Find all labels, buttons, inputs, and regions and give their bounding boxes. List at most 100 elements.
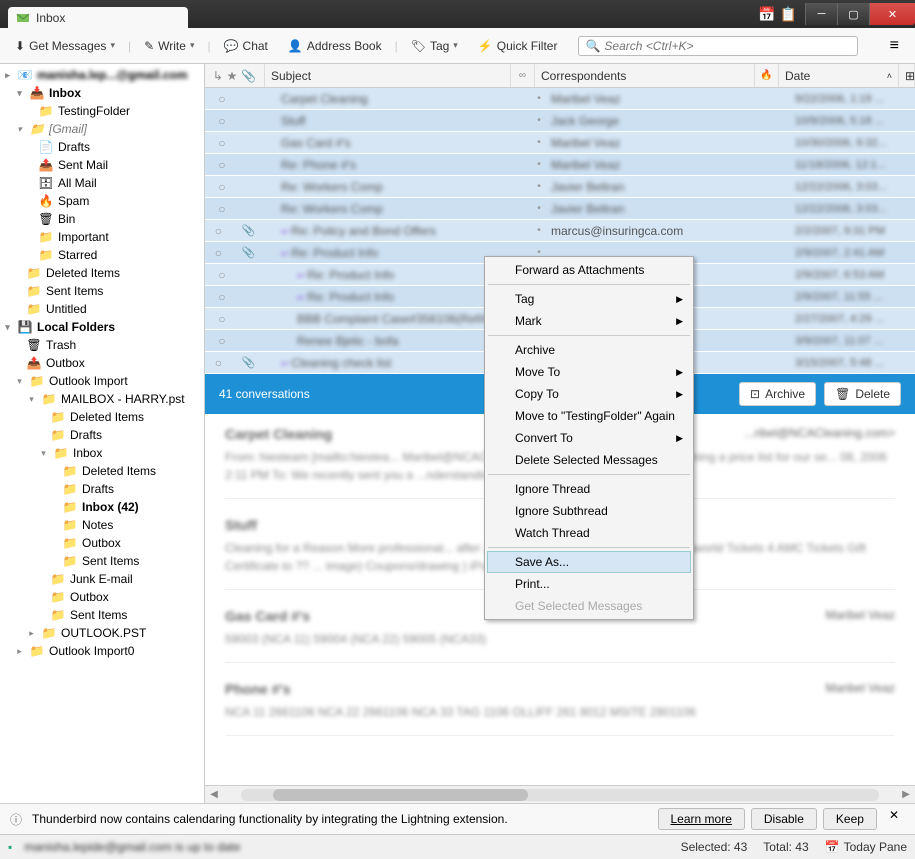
selected-count: Selected: 43	[681, 840, 748, 854]
write-button[interactable]: ✎ Write ▾	[137, 35, 201, 57]
folder-all-mail[interactable]: 🗄All Mail	[0, 174, 204, 192]
maximize-button[interactable]: ▢	[837, 3, 869, 25]
folder-inbox[interactable]: ▾📥Inbox	[0, 84, 204, 102]
quick-filter-button[interactable]: ⚡ Quick Filter	[471, 35, 565, 57]
folder-inbox42[interactable]: 📁Inbox (42)	[0, 498, 204, 516]
search-box[interactable]: 🔍	[578, 36, 858, 56]
message-row[interactable]: ○Stuff•Jack George10/9/2006, 5:18 ...	[205, 110, 915, 132]
folder-important[interactable]: 📁Important	[0, 228, 204, 246]
ctx-move-to[interactable]: Move To▶	[487, 361, 691, 383]
folder-gmail[interactable]: ▾📁[Gmail]	[0, 120, 204, 138]
ctx-copy-to[interactable]: Copy To▶	[487, 383, 691, 405]
folder-trash[interactable]: 🗑Trash	[0, 336, 204, 354]
folder-mailbox-harry[interactable]: ▾📁MAILBOX - HARRY.pst	[0, 390, 204, 408]
folder-deleted[interactable]: 📁Deleted Items	[0, 264, 204, 282]
thread-column[interactable]: ↳★📎	[205, 64, 265, 87]
window-tab[interactable]: Inbox	[8, 7, 188, 28]
scroll-left-icon[interactable]: ◀	[205, 789, 223, 800]
ctx-archive[interactable]: Archive	[487, 339, 691, 361]
conversation-count: 41 conversations	[219, 387, 310, 401]
tasks-icon[interactable]: 📋	[780, 6, 797, 23]
folder-outbox3[interactable]: 📁Outbox	[0, 588, 204, 606]
scroll-right-icon[interactable]: ▶	[897, 789, 915, 800]
folder-deleted-items[interactable]: 📁Deleted Items	[0, 408, 204, 426]
download-icon: ⬇	[15, 39, 25, 53]
folder-sent-items3[interactable]: 📁Sent Items	[0, 606, 204, 624]
close-button[interactable]: ✕	[869, 3, 915, 25]
app-menu-button[interactable]: ≡	[882, 33, 907, 59]
ctx-ignore-thread[interactable]: Ignore Thread	[487, 478, 691, 500]
ctx-watch-thread[interactable]: Watch Thread	[487, 522, 691, 544]
ctx-ignore-subthread[interactable]: Ignore Subthread	[487, 500, 691, 522]
column-picker[interactable]: ⊞	[899, 64, 915, 87]
ctx-convert-to[interactable]: Convert To▶	[487, 427, 691, 449]
get-messages-button[interactable]: ⬇ Get Messages ▾	[8, 35, 122, 57]
folder-drafts[interactable]: 📄Drafts	[0, 138, 204, 156]
folder-starred[interactable]: 📁Starred	[0, 246, 204, 264]
folder-deleted-items3[interactable]: 📁Deleted Items	[0, 462, 204, 480]
ctx-print[interactable]: Print...	[487, 573, 691, 595]
today-pane-button[interactable]: 📅Today Pane	[825, 840, 907, 854]
calendar-icon[interactable]: 📅	[758, 6, 775, 23]
folder-bin[interactable]: 🗑Bin	[0, 210, 204, 228]
info-icon: ⓘ	[10, 811, 22, 828]
folder-untitled[interactable]: 📁Untitled	[0, 300, 204, 318]
folder-sent-items[interactable]: 📁Sent Items	[0, 282, 204, 300]
folder-inbox2[interactable]: ▾📁Inbox	[0, 444, 204, 462]
message-row[interactable]: ○Re: Workers Comp•Javier Beltran12/22/20…	[205, 198, 915, 220]
folder-outlook-pst[interactable]: ▸📁OUTLOOK.PST	[0, 624, 204, 642]
ctx-move-again[interactable]: Move to "TestingFolder" Again	[487, 405, 691, 427]
correspondents-column[interactable]: Correspondents	[535, 64, 755, 87]
ctx-tag[interactable]: Tag▶	[487, 288, 691, 310]
preview-item[interactable]: Maribel Veaz Phone #'sNCA 11 2661106 NCA…	[225, 681, 895, 736]
ctx-forward-attach[interactable]: Forward as Attachments	[487, 259, 691, 281]
folder-testing[interactable]: 📁TestingFolder	[0, 102, 204, 120]
folder-drafts2[interactable]: 📁Drafts	[0, 426, 204, 444]
learn-more-button[interactable]: Learn more	[658, 808, 745, 830]
tag-button[interactable]: 🏷 Tag ▾	[404, 35, 465, 57]
folder-junk[interactable]: 📁Junk E-mail	[0, 570, 204, 588]
folder-icon: 📁	[38, 230, 54, 244]
subject-column[interactable]: Subject	[265, 64, 511, 87]
address-book-button[interactable]: 👤 Address Book	[281, 35, 389, 57]
account-node[interactable]: ▸📧manisha.lep...@gmail.com	[0, 66, 204, 84]
message-row[interactable]: ○📎↩Re: Policy and Bond Offers•marcus@ins…	[205, 220, 915, 242]
folder-outlook-import0[interactable]: ▸📁Outlook Import0	[0, 642, 204, 660]
folder-sent-items2[interactable]: 📁Sent Items	[0, 552, 204, 570]
message-row[interactable]: ○Gas Card #'s•Maribel Veaz10/30/2006, 9:…	[205, 132, 915, 154]
horizontal-scrollbar[interactable]: ◀ ▶	[205, 785, 915, 803]
folder-sent-mail[interactable]: 📤Sent Mail	[0, 156, 204, 174]
local-icon: 💾	[17, 320, 33, 334]
delete-button[interactable]: 🗑Delete	[824, 382, 901, 406]
message-row[interactable]: ○Carpet Cleaning•Maribel Veaz9/22/2006, …	[205, 88, 915, 110]
folder-outbox[interactable]: 📤Outbox	[0, 354, 204, 372]
ctx-get-selected: Get Selected Messages	[487, 595, 691, 617]
message-row[interactable]: ○Re: Phone #'s•Maribel Veaz11/18/2006, 1…	[205, 154, 915, 176]
ctx-mark[interactable]: Mark▶	[487, 310, 691, 332]
junk-column[interactable]: 🔥	[755, 64, 779, 87]
folder-icon: 📁	[62, 518, 78, 532]
folder-outbox2[interactable]: 📁Outbox	[0, 534, 204, 552]
read-column[interactable]: ∞	[511, 64, 535, 87]
ctx-delete-selected[interactable]: Delete Selected Messages	[487, 449, 691, 471]
date-column[interactable]: Date˄	[779, 64, 899, 87]
folder-icon: 📁	[26, 266, 42, 280]
archive-button[interactable]: ⊡Archive	[739, 382, 816, 406]
folder-icon: 📁	[26, 284, 42, 298]
minimize-button[interactable]: ─	[805, 3, 837, 25]
chevron-right-icon: ▶	[676, 389, 683, 400]
chat-button[interactable]: 💬 Chat	[217, 35, 275, 57]
folder-spam[interactable]: 🔥Spam	[0, 192, 204, 210]
folder-notes[interactable]: 📁Notes	[0, 516, 204, 534]
folder-drafts3[interactable]: 📁Drafts	[0, 480, 204, 498]
keep-button[interactable]: Keep	[823, 808, 877, 830]
scroll-thumb[interactable]	[273, 789, 528, 801]
disable-button[interactable]: Disable	[751, 808, 817, 830]
ctx-save-as[interactable]: Save As...	[487, 551, 691, 573]
search-input[interactable]	[604, 39, 851, 53]
close-notification-icon[interactable]: ✕	[883, 808, 905, 830]
message-row[interactable]: ○Re: Workers Comp•Javier Beltran12/22/20…	[205, 176, 915, 198]
folder-outlook-import[interactable]: ▾📁Outlook Import	[0, 372, 204, 390]
folder-icon: 📁	[50, 590, 66, 604]
local-folders[interactable]: ▾💾Local Folders	[0, 318, 204, 336]
